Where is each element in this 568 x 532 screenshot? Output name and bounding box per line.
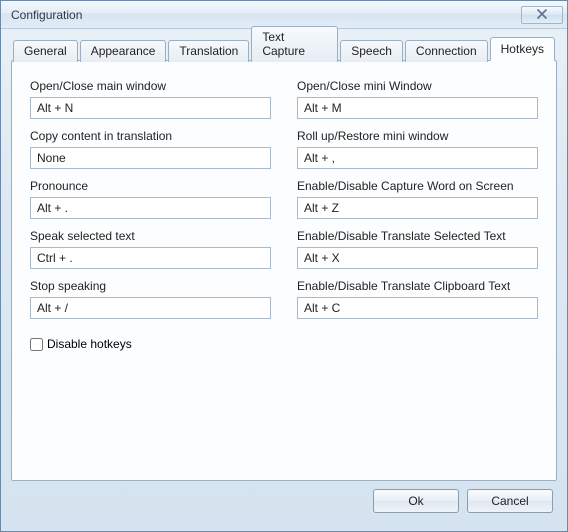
- label-rollup-mini: Roll up/Restore mini window: [297, 129, 538, 143]
- label-capture-screen: Enable/Disable Capture Word on Screen: [297, 179, 538, 193]
- field-copy-translation: Copy content in translation: [30, 129, 271, 169]
- tab-hotkeys[interactable]: Hotkeys: [490, 37, 555, 61]
- input-rollup-mini[interactable]: [297, 147, 538, 169]
- label-copy-translation: Copy content in translation: [30, 129, 271, 143]
- label-trans-clipboard: Enable/Disable Translate Clipboard Text: [297, 279, 538, 293]
- disable-hotkeys-checkbox[interactable]: [30, 338, 43, 351]
- label-open-main: Open/Close main window: [30, 79, 271, 93]
- disable-hotkeys-label: Disable hotkeys: [47, 337, 132, 351]
- label-stop-speaking: Stop speaking: [30, 279, 271, 293]
- field-capture-screen: Enable/Disable Capture Word on Screen: [297, 179, 538, 219]
- titlebar: Configuration: [1, 1, 567, 29]
- client-area: General Appearance Translation Text Capt…: [1, 29, 567, 531]
- input-stop-speaking[interactable]: [30, 297, 271, 319]
- tab-appearance[interactable]: Appearance: [80, 40, 167, 62]
- label-trans-selected: Enable/Disable Translate Selected Text: [297, 229, 538, 243]
- input-copy-translation[interactable]: [30, 147, 271, 169]
- tab-connection[interactable]: Connection: [405, 40, 488, 62]
- label-pronounce: Pronounce: [30, 179, 271, 193]
- input-trans-clipboard[interactable]: [297, 297, 538, 319]
- input-pronounce[interactable]: [30, 197, 271, 219]
- close-button[interactable]: [521, 6, 563, 24]
- field-open-main: Open/Close main window: [30, 79, 271, 119]
- field-rollup-mini: Roll up/Restore mini window: [297, 129, 538, 169]
- field-trans-selected: Enable/Disable Translate Selected Text: [297, 229, 538, 269]
- label-speak-selected: Speak selected text: [30, 229, 271, 243]
- tab-translation[interactable]: Translation: [168, 40, 249, 62]
- ok-button[interactable]: Ok: [373, 489, 459, 513]
- tabstrip: General Appearance Translation Text Capt…: [11, 37, 557, 61]
- dialog-button-row: Ok Cancel: [11, 481, 557, 521]
- tab-speech[interactable]: Speech: [340, 40, 403, 62]
- tab-textcapture[interactable]: Text Capture: [251, 26, 338, 62]
- field-pronounce: Pronounce: [30, 179, 271, 219]
- field-trans-clipboard: Enable/Disable Translate Clipboard Text: [297, 279, 538, 319]
- label-open-mini: Open/Close mini Window: [297, 79, 538, 93]
- field-open-mini: Open/Close mini Window: [297, 79, 538, 119]
- field-speak-selected: Speak selected text: [30, 229, 271, 269]
- hotkey-grid: Open/Close main window Open/Close mini W…: [30, 79, 538, 319]
- tab-general[interactable]: General: [13, 40, 78, 62]
- tabpage-hotkeys: Open/Close main window Open/Close mini W…: [11, 60, 557, 481]
- cancel-button[interactable]: Cancel: [467, 489, 553, 513]
- input-open-mini[interactable]: [297, 97, 538, 119]
- input-speak-selected[interactable]: [30, 247, 271, 269]
- close-icon: [536, 8, 548, 22]
- window-title: Configuration: [11, 8, 521, 22]
- config-window: Configuration General Appearance Transla…: [0, 0, 568, 532]
- input-open-main[interactable]: [30, 97, 271, 119]
- field-stop-speaking: Stop speaking: [30, 279, 271, 319]
- input-trans-selected[interactable]: [297, 247, 538, 269]
- input-capture-screen[interactable]: [297, 197, 538, 219]
- disable-hotkeys-row: Disable hotkeys: [30, 337, 538, 351]
